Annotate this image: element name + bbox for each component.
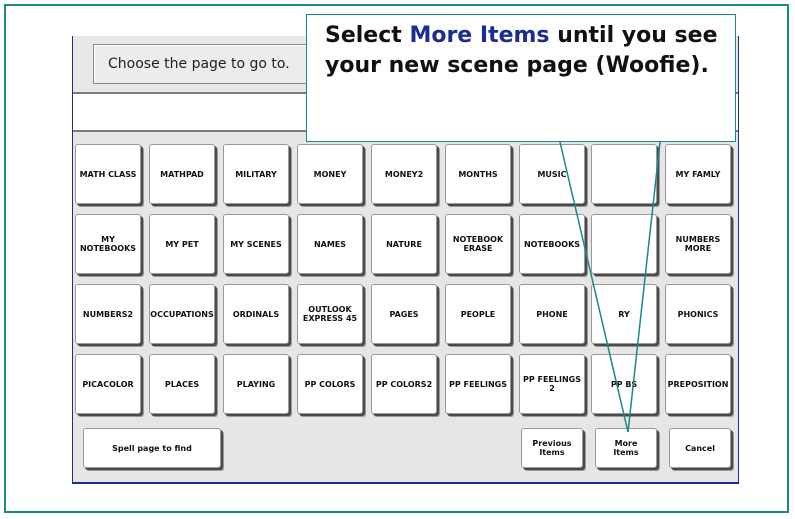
page-button[interactable]: RY xyxy=(591,284,657,344)
page-button[interactable]: MONTHS xyxy=(445,144,511,204)
page-button[interactable]: NATURE xyxy=(371,214,437,274)
callout-text-before: Select xyxy=(325,23,410,48)
page-button[interactable]: NUMBERS2 xyxy=(75,284,141,344)
page-button-grid: MATH CLASS MATHPAD MILITARY MONEY MONEY2 MONT… xyxy=(73,132,738,482)
page-button[interactable]: MATHPAD xyxy=(149,144,215,204)
previous-items-button[interactable]: Previous Items xyxy=(521,428,583,468)
cancel-button[interactable]: Cancel xyxy=(669,428,731,468)
page-button[interactable]: PP FEELINGS 2 xyxy=(519,354,585,414)
page-button[interactable]: PHONICS xyxy=(665,284,731,344)
instruction-callout: Select More Items until you see your new… xyxy=(306,14,736,142)
page-button[interactable]: MONEY2 xyxy=(371,144,437,204)
page-button[interactable]: PP BS xyxy=(591,354,657,414)
callout-highlight: More Items xyxy=(409,23,550,48)
page-button[interactable]: MUSIC xyxy=(519,144,585,204)
page-button[interactable]: PREPOSITION xyxy=(665,354,731,414)
page-button[interactable]: MY FAMLY xyxy=(665,144,731,204)
page-button[interactable]: MONEY xyxy=(297,144,363,204)
page-button[interactable]: PP COLORS2 xyxy=(371,354,437,414)
page-button[interactable]: MILITARY xyxy=(223,144,289,204)
page-button[interactable]: PLAYING xyxy=(223,354,289,414)
page-button[interactable]: PP FEELINGS xyxy=(445,354,511,414)
page-button[interactable]: OCCUPATIONS xyxy=(149,284,215,344)
page-button[interactable]: PAGES xyxy=(371,284,437,344)
page-button[interactable] xyxy=(591,214,657,274)
page-button[interactable]: MY PET xyxy=(149,214,215,274)
page-button[interactable]: MY NOTEBOOKS xyxy=(75,214,141,274)
page-button[interactable]: NOTEBOOKS xyxy=(519,214,585,274)
page-button[interactable]: MATH CLASS xyxy=(75,144,141,204)
page-button[interactable]: MY SCENES xyxy=(223,214,289,274)
page-button[interactable]: PP COLORS xyxy=(297,354,363,414)
more-items-button[interactable]: More Items xyxy=(595,428,657,468)
page-button[interactable]: PHONE xyxy=(519,284,585,344)
page-button[interactable] xyxy=(591,144,657,204)
page-button[interactable]: NAMES xyxy=(297,214,363,274)
page-button[interactable]: PICACOLOR xyxy=(75,354,141,414)
page-button[interactable]: NOTEBOOK ERASE xyxy=(445,214,511,274)
page-button[interactable]: OUTLOOK EXPRESS 45 xyxy=(297,284,363,344)
page-button[interactable]: ORDINALS xyxy=(223,284,289,344)
page-button[interactable]: NUMBERS MORE xyxy=(665,214,731,274)
page-button[interactable]: PEOPLE xyxy=(445,284,511,344)
page-button[interactable]: PLACES xyxy=(149,354,215,414)
spell-page-button[interactable]: Spell page to find xyxy=(83,428,221,468)
